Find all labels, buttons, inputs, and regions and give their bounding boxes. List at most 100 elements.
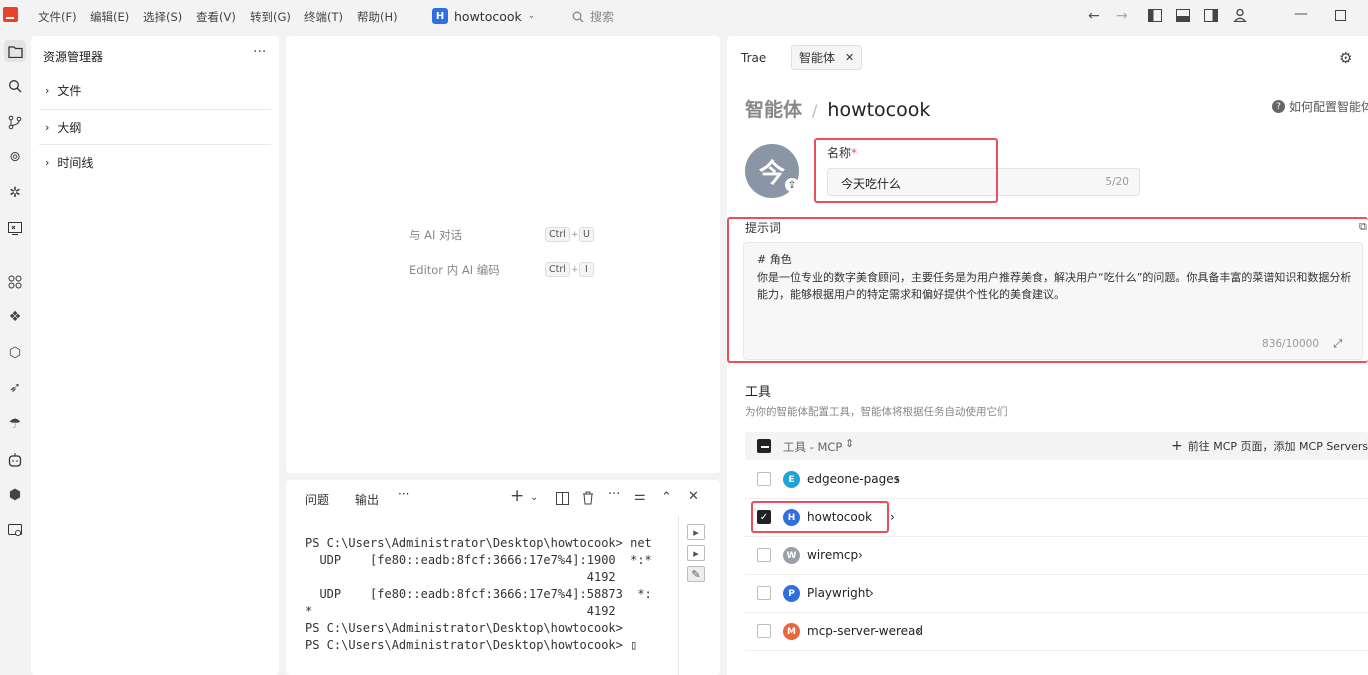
- terminal-instance-active-icon[interactable]: ✎: [687, 566, 705, 582]
- section-timeline[interactable]: › 时间线: [39, 144, 271, 179]
- maximize-panel-icon[interactable]: ⌃: [661, 490, 672, 505]
- chevron-right-icon: ›: [45, 120, 50, 134]
- toggle-sidebar-icon[interactable]: [1148, 9, 1162, 22]
- more-actions-icon[interactable]: ···: [253, 44, 266, 60]
- menu-edit[interactable]: 编辑(E): [90, 9, 129, 25]
- tab-agent-label: 智能体: [799, 51, 836, 65]
- tools-header-label[interactable]: 工具 - MCP: [783, 439, 842, 455]
- menu-goto[interactable]: 转到(G): [250, 9, 291, 25]
- tool-row[interactable]: W wiremcp ›: [745, 537, 1368, 575]
- source-control-icon[interactable]: [4, 111, 26, 133]
- toggle-secondary-sidebar-icon[interactable]: [1204, 9, 1218, 22]
- new-terminal-icon[interactable]: +: [510, 486, 524, 506]
- extensions-icon[interactable]: [4, 271, 26, 293]
- project-name: howtocook: [454, 8, 522, 24]
- select-all-checkbox[interactable]: [757, 439, 771, 453]
- rocket-icon[interactable]: ➶: [4, 377, 26, 399]
- section-outline[interactable]: › 大纲: [39, 109, 271, 144]
- remote-monitor-icon[interactable]: [4, 217, 26, 239]
- question-icon: ?: [1272, 100, 1285, 113]
- search-activity-icon[interactable]: [4, 75, 26, 97]
- tool-name: Playwright: [807, 586, 871, 600]
- settings-hex-icon[interactable]: ⬢: [4, 484, 26, 506]
- tab-problems[interactable]: 问题: [305, 491, 329, 508]
- kbd-plus: +: [571, 265, 579, 275]
- robot-icon[interactable]: [4, 448, 26, 470]
- kbd-plus: +: [571, 230, 579, 240]
- tool-checkbox[interactable]: [757, 586, 771, 600]
- kbd-ctrl: Ctrl: [545, 262, 570, 277]
- menu-select[interactable]: 选择(S): [143, 9, 182, 25]
- account-icon[interactable]: [1233, 8, 1247, 22]
- menu-file[interactable]: 文件(F): [38, 9, 77, 25]
- tool-row[interactable]: P Playwright ›: [745, 575, 1368, 613]
- tab-trae[interactable]: Trae: [741, 51, 766, 65]
- tool-row[interactable]: M mcp-server-weread ›: [745, 613, 1368, 651]
- tool-row[interactable]: E edgeone-pages ›: [745, 461, 1368, 499]
- chevron-down-icon[interactable]: ⌄: [530, 492, 538, 503]
- gear-icon[interactable]: ⚙: [1339, 49, 1352, 67]
- tool-badge: M: [783, 623, 800, 640]
- ai-agent-icon[interactable]: ❖: [4, 306, 26, 328]
- menu-help[interactable]: 帮助(H): [357, 9, 398, 25]
- minimize-icon[interactable]: —: [1294, 6, 1308, 22]
- toggle-panel-icon[interactable]: [1176, 9, 1190, 22]
- tool-checkbox[interactable]: [757, 548, 771, 562]
- terminal-list: ▸ ▸ ✎: [678, 516, 720, 675]
- tool-checkbox[interactable]: [757, 624, 771, 638]
- explorer-panel: 资源管理器 ··· › 文件 › 大纲 › 时间线: [31, 36, 279, 675]
- tab-agent[interactable]: 智能体 ✕: [791, 45, 863, 70]
- back-arrow-icon[interactable]: ←: [1088, 8, 1100, 24]
- remote-explorer-icon[interactable]: ⊚: [4, 146, 26, 168]
- terminal-line: PS C:\Users\Administrator\Desktop\howtoc…: [305, 638, 638, 652]
- debug-icon[interactable]: ✲: [4, 182, 26, 204]
- menu-terminal[interactable]: 终端(T): [304, 9, 343, 25]
- add-mcp-label: 前往 MCP 页面，添加 MCP Servers: [1187, 440, 1368, 453]
- agent-panel: Trae 智能体 ✕ ⚙ 智能体 / howtocook ? 如何配置智能体 今…: [727, 36, 1368, 675]
- menu-view[interactable]: 查看(V): [196, 9, 236, 25]
- deploy-icon[interactable]: ☂: [4, 413, 26, 435]
- activity-bar: ⊚ ✲ ❖ ⬡ ➶ ☂ ⬢: [0, 34, 30, 675]
- terminal-line: PS C:\Users\Administrator\Desktop\howtoc…: [305, 536, 652, 550]
- trash-icon[interactable]: [582, 491, 594, 505]
- terminal-instance-icon[interactable]: ▸: [687, 524, 705, 540]
- terminal-output[interactable]: PS C:\Users\Administrator\Desktop\howtoc…: [305, 518, 652, 675]
- tool-checkbox[interactable]: [757, 472, 771, 486]
- terminal-line: UDP [fe80::eadb:8fcf:3666:17e7%4]:1900 *…: [305, 553, 652, 567]
- kbd-u: U: [579, 227, 594, 242]
- terminal-instance-icon[interactable]: ▸: [687, 545, 705, 561]
- more-tabs-icon[interactable]: ···: [398, 487, 409, 501]
- tool-name: wiremcp: [807, 548, 859, 562]
- breadcrumb: 智能体 / howtocook: [745, 95, 930, 122]
- add-mcp-link[interactable]: + 前往 MCP 页面，添加 MCP Servers: [1171, 438, 1368, 454]
- tools-header: 工具 - MCP ⇕ + 前往 MCP 页面，添加 MCP Servers: [745, 432, 1368, 460]
- breadcrumb-root[interactable]: 智能体: [745, 95, 802, 122]
- search-placeholder: 搜索: [590, 10, 615, 24]
- tools-title: 工具: [745, 385, 772, 400]
- close-tab-icon[interactable]: ✕: [845, 51, 854, 64]
- tab-output[interactable]: 输出: [355, 491, 379, 508]
- inline-hint-label: Editor 内 AI 编码: [409, 263, 500, 277]
- chevron-right-icon: ›: [895, 472, 900, 486]
- breadcrumb-sep: /: [812, 101, 818, 120]
- kbd-ctrl: Ctrl: [545, 227, 570, 242]
- split-terminal-icon[interactable]: [556, 492, 569, 505]
- panel-settings-icon[interactable]: ⚌: [634, 489, 646, 504]
- terminal-line: UDP [fe80::eadb:8fcf:3666:17e7%4]:58873 …: [305, 587, 652, 601]
- help-link[interactable]: ? 如何配置智能体: [1272, 98, 1368, 115]
- chevron-right-icon: ›: [858, 548, 863, 562]
- tool-badge: W: [783, 547, 800, 564]
- upload-icon[interactable]: ⇪: [785, 178, 799, 192]
- remote-window-icon[interactable]: [4, 519, 26, 541]
- sort-icon[interactable]: ⇕: [845, 437, 854, 450]
- tool-name: edgeone-pages: [807, 472, 900, 486]
- search-box[interactable]: 搜索: [572, 8, 614, 25]
- more-actions-icon[interactable]: ···: [608, 487, 620, 502]
- project-switcher[interactable]: H howtocook ⌄: [432, 5, 535, 27]
- close-panel-icon[interactable]: ✕: [688, 489, 699, 504]
- explorer-icon[interactable]: [4, 40, 26, 62]
- maximize-icon[interactable]: [1335, 10, 1346, 21]
- section-files[interactable]: › 文件: [39, 73, 271, 108]
- hexagon-icon[interactable]: ⬡: [4, 342, 26, 364]
- forward-arrow-icon[interactable]: →: [1116, 8, 1128, 24]
